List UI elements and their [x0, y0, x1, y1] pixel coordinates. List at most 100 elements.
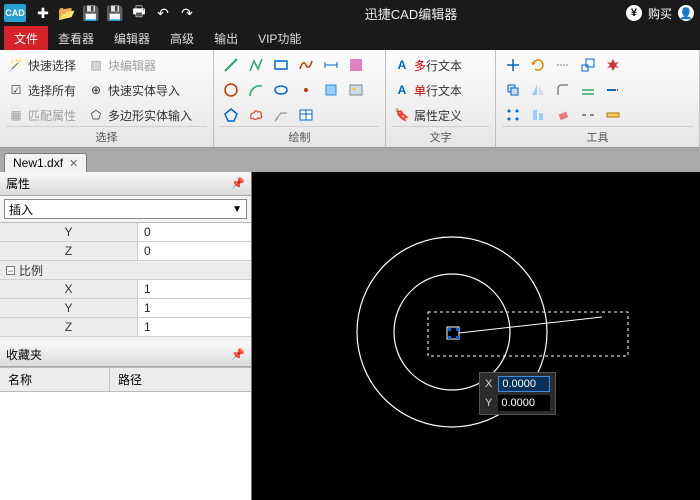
rotate-icon[interactable]: [527, 54, 549, 76]
ribbon-group-text: A多行文本 A单行文本 🔖属性定义 文字: [386, 50, 496, 147]
pin-icon[interactable]: 📌: [231, 177, 245, 190]
coord-y-input[interactable]: 0.0000: [498, 395, 550, 411]
favorites-header: 收藏夹 📌: [0, 343, 251, 367]
group-title-tools: 工具: [502, 126, 693, 147]
extend-icon[interactable]: [602, 79, 624, 101]
offset-icon[interactable]: [577, 79, 599, 101]
currency-icon[interactable]: ¥: [626, 5, 642, 21]
array-icon[interactable]: [502, 104, 524, 126]
prop-row[interactable]: Y0: [0, 223, 251, 242]
properties-header: 属性 📌: [0, 172, 251, 196]
drawing-content: [252, 172, 700, 500]
attr-icon: 🔖: [394, 107, 410, 123]
spline-icon[interactable]: [295, 54, 317, 76]
col-path[interactable]: 路径: [110, 368, 150, 391]
mtext-button[interactable]: A多行文本: [392, 54, 464, 76]
ribbon-group-select: 🪄快速选择 ☑选择所有 ▦匹配属性 ▧块编辑器 ⊕快速实体导入 ⬠多边形实体输入…: [0, 50, 214, 147]
ellipse-icon[interactable]: [270, 79, 292, 101]
trim-icon[interactable]: [552, 54, 574, 76]
tab-viewer[interactable]: 查看器: [48, 26, 104, 50]
copy-icon[interactable]: [502, 79, 524, 101]
coord-x-input[interactable]: 0.0000: [498, 376, 550, 392]
match-icon: ▦: [8, 107, 24, 123]
print-icon[interactable]: 🖶: [130, 4, 148, 22]
erase-icon[interactable]: [552, 104, 574, 126]
tab-vip[interactable]: VIP功能: [248, 26, 311, 50]
prop-row[interactable]: Z1: [0, 318, 251, 337]
mirror-icon[interactable]: [527, 79, 549, 101]
chevron-down-icon: ▼: [232, 204, 242, 215]
prop-row[interactable]: Z0: [0, 242, 251, 261]
prop-row[interactable]: X1: [0, 280, 251, 299]
table-icon[interactable]: [295, 104, 317, 126]
tab-file[interactable]: 文件: [4, 26, 48, 50]
pin-icon[interactable]: 📌: [231, 348, 245, 361]
measure-icon[interactable]: [602, 104, 624, 126]
app-logo: CAD: [4, 4, 26, 22]
hatch-icon[interactable]: [345, 54, 367, 76]
close-icon[interactable]: ✕: [69, 157, 78, 170]
block-editor-button: ▧块编辑器: [86, 54, 194, 76]
polygon-draw-icon[interactable]: [220, 104, 242, 126]
move-icon[interactable]: [502, 54, 524, 76]
rectangle-icon[interactable]: [270, 54, 292, 76]
coord-x-label: X: [485, 378, 492, 390]
document-tabs: New1.dxf ✕: [0, 148, 700, 172]
explode-icon[interactable]: [602, 54, 624, 76]
drawing-canvas[interactable]: X 0.0000 Y 0.0000: [252, 172, 700, 500]
line-icon[interactable]: [220, 54, 242, 76]
scale-icon[interactable]: [577, 54, 599, 76]
ribbon-group-draw: 绘制: [214, 50, 386, 147]
block-insert-icon[interactable]: [320, 79, 342, 101]
group-title-text: 文字: [392, 126, 489, 147]
side-panel: 属性 📌 插入 ▼ Y0 Z0 −比例 X1 Y1 Z1 收藏夹 📌 名称 路径: [0, 172, 252, 500]
combo-value: 插入: [9, 201, 33, 218]
prop-category-scale[interactable]: −比例: [0, 261, 251, 280]
ribbon: 🪄快速选择 ☑选择所有 ▦匹配属性 ▧块编辑器 ⊕快速实体导入 ⬠多边形实体输入…: [0, 50, 700, 148]
tab-advanced[interactable]: 高级: [160, 26, 204, 50]
favorites-columns: 名称 路径: [0, 367, 251, 392]
new-icon[interactable]: ✚: [34, 4, 52, 22]
stext-button[interactable]: A单行文本: [392, 79, 464, 101]
save-icon[interactable]: 💾: [82, 4, 100, 22]
dimension-icon[interactable]: [320, 54, 342, 76]
break-icon[interactable]: [577, 104, 599, 126]
quick-access-toolbar: ✚ 📂 💾 💾 🖶 ↶ ↷: [34, 4, 196, 22]
window-title: 迅捷CAD编辑器: [196, 4, 626, 23]
group-title-draw: 绘制: [220, 126, 379, 147]
collapse-icon[interactable]: −: [6, 266, 15, 275]
arc-icon[interactable]: [245, 79, 267, 101]
open-icon[interactable]: 📂: [58, 4, 76, 22]
document-tab-label: New1.dxf: [13, 156, 63, 170]
wand-icon: 🪄: [8, 57, 24, 73]
type-combo[interactable]: 插入 ▼: [4, 199, 247, 219]
leader-icon[interactable]: [270, 104, 292, 126]
user-icon[interactable]: 👤: [678, 5, 694, 21]
point-icon[interactable]: [295, 79, 317, 101]
undo-icon[interactable]: ↶: [154, 4, 172, 22]
tab-editor[interactable]: 编辑器: [104, 26, 160, 50]
revcloud-icon[interactable]: [245, 104, 267, 126]
fillet-icon[interactable]: [552, 79, 574, 101]
polygon-entity-input-button[interactable]: ⬠多边形实体输入: [86, 104, 194, 126]
quick-entity-import-button[interactable]: ⊕快速实体导入: [86, 79, 194, 101]
circle-icon[interactable]: [220, 79, 242, 101]
document-tab[interactable]: New1.dxf ✕: [4, 153, 87, 172]
stext-icon: A: [394, 82, 410, 98]
group-title-select: 选择: [6, 126, 207, 147]
select-all-button[interactable]: ☑选择所有: [6, 79, 78, 101]
image-icon[interactable]: [345, 79, 367, 101]
polyline-icon[interactable]: [245, 54, 267, 76]
saveas-icon[interactable]: 💾: [106, 4, 124, 22]
title-bar: CAD ✚ 📂 💾 💾 🖶 ↶ ↷ 迅捷CAD编辑器 ¥ 购买 👤: [0, 0, 700, 26]
quick-select-button[interactable]: 🪄快速选择: [6, 54, 78, 76]
prop-row[interactable]: Y1: [0, 299, 251, 318]
favorites-list[interactable]: [0, 392, 251, 500]
tab-output[interactable]: 输出: [204, 26, 248, 50]
align-icon[interactable]: [527, 104, 549, 126]
redo-icon[interactable]: ↷: [178, 4, 196, 22]
col-name[interactable]: 名称: [0, 368, 110, 391]
attrdef-button[interactable]: 🔖属性定义: [392, 104, 464, 126]
buy-link[interactable]: 购买: [648, 5, 672, 22]
modify-tools: [502, 54, 624, 126]
